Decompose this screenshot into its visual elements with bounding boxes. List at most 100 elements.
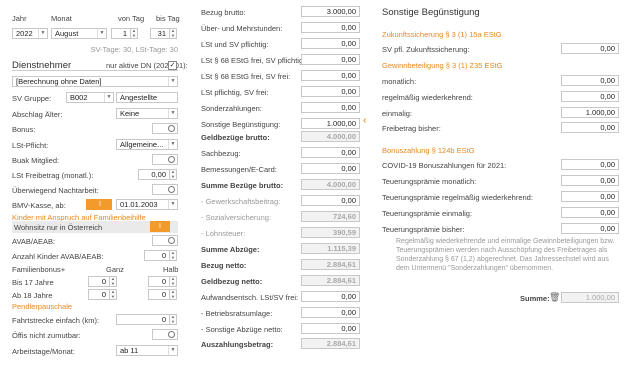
arbeitstage-label: Arbeitstage/Monat:	[12, 347, 75, 356]
chevron-down-icon: ▼	[168, 109, 177, 118]
summary-row-value[interactable]: 0,00	[301, 307, 360, 318]
anzahl-kinder-input[interactable]: 0	[144, 250, 170, 261]
covid-input[interactable]: 0,00	[561, 159, 619, 170]
regel-input[interactable]: 0,00	[561, 91, 619, 102]
sv-gruppe-select[interactable]: B002 ▼	[66, 92, 114, 103]
bis17-ganz-spinner[interactable]: ▲ ▼	[110, 276, 117, 287]
bis17-halb-spinner[interactable]: ▲ ▼	[170, 276, 177, 287]
bis17-label: Bis 17 Jahre	[12, 278, 54, 287]
anzahl-kinder-spinner[interactable]: ▲ ▼	[170, 250, 177, 261]
sv-pfl-label: SV pfl. Zukunftssicherung:	[382, 45, 470, 54]
lst-freibetrag-input[interactable]: 0,00	[138, 169, 170, 180]
ganz-header: Ganz	[106, 265, 124, 274]
summary-row-value: 4.000,00	[301, 131, 360, 142]
summary-row-value[interactable]: 0,00	[301, 38, 360, 49]
summary-row-value[interactable]: 3.000,00	[301, 6, 360, 17]
summary-row-value[interactable]: 0,00	[301, 86, 360, 97]
bonus-label: Bonus:	[12, 125, 36, 134]
toggle-knob	[168, 125, 175, 132]
teuer-r-input[interactable]: 0,00	[561, 191, 619, 202]
chevron-down-icon: ▼	[168, 77, 177, 86]
chevron-down-icon: ▼	[97, 29, 106, 38]
lst-pflicht-select[interactable]: Allgemeine... ▼	[116, 139, 178, 150]
abschlag-value: Keine	[120, 109, 140, 118]
summary-row-value[interactable]: 0,00	[301, 102, 360, 113]
fahrtstrecke-input[interactable]: 0	[116, 314, 170, 325]
summary-row-value[interactable]: 0,00	[301, 147, 360, 158]
ab18-ganz-spinner[interactable]: ▲ ▼	[110, 289, 117, 300]
ab18-halb-spinner[interactable]: ▲ ▼	[170, 289, 177, 300]
nur-aktive-checkbox[interactable]: ✓	[168, 61, 177, 70]
summary-row-value[interactable]: 0,00	[301, 54, 360, 65]
bonus-section-title: Bonuszahlung § 124b EStG	[382, 146, 475, 155]
gewinn-section-title: Gewinnbeteiligung § 3 (1) Z35 EStG	[382, 61, 503, 70]
wohnsitz-toggle[interactable]: I	[150, 221, 170, 232]
jahr-value: 2022	[16, 29, 33, 38]
arrow-left-icon[interactable]: ‹	[363, 115, 366, 126]
chevron-down-icon: ▼	[38, 29, 47, 38]
summary-row-label: Aufwandsentsch. LSt/SV frei:	[201, 293, 299, 302]
toggle-knob	[168, 331, 175, 338]
bmv-date-select[interactable]: 01.01.2003 ▼	[116, 199, 178, 210]
summary-row-value[interactable]: 0,00	[301, 163, 360, 174]
teuer-e-input[interactable]: 0,00	[561, 207, 619, 218]
bis17-halb-input[interactable]: 0	[148, 276, 170, 287]
von-tag-spinner[interactable]: ▲ ▼	[131, 28, 138, 39]
toggle-knob	[168, 186, 175, 193]
oeffis-toggle[interactable]	[152, 329, 178, 340]
sv-gruppe-value: B002	[70, 93, 88, 102]
familienbonus-label: Familienbonus+	[12, 265, 66, 274]
nachtarbeit-label: Überwiegend Nachtarbeit:	[12, 186, 99, 195]
summary-row-label: - Betriebsratsumlage:	[201, 309, 273, 318]
freibetrag-input[interactable]: 0,00	[561, 122, 619, 133]
toggle-indicator: I	[159, 223, 161, 230]
regel-label: regelmäßig wiederkehrend:	[382, 93, 473, 102]
fahrtstrecke-label: Fahrtstrecke einfach (km):	[12, 316, 100, 325]
toggle-knob	[168, 156, 175, 163]
teuer-r-label: Teuerungsprämie regelmäßig wiederkehrend…	[382, 193, 533, 202]
buak-toggle[interactable]	[152, 154, 178, 165]
avab-toggle[interactable]	[152, 235, 178, 246]
summary-row-label: Summe Abzüge:	[201, 245, 260, 254]
abschlag-select[interactable]: Keine ▼	[116, 108, 178, 119]
einmalig-label: einmalig:	[382, 109, 413, 118]
fahrtstrecke-spinner[interactable]: ▲ ▼	[170, 314, 177, 325]
sv-pfl-input[interactable]: 0,00	[561, 43, 619, 54]
bonus-toggle[interactable]	[152, 123, 178, 134]
einmalig-input[interactable]: 1.000,00	[561, 107, 619, 118]
summary-row-value[interactable]: 0,00	[301, 323, 360, 334]
summary-row-value[interactable]: 0,00	[301, 22, 360, 33]
teuer-m-input[interactable]: 0,00	[561, 175, 619, 186]
lst-freibetrag-spinner[interactable]: ▲ ▼	[170, 169, 177, 180]
summary-row-value[interactable]: 0,00	[301, 291, 360, 302]
summary-row-value[interactable]: 1.000,00	[301, 118, 360, 129]
monat-select[interactable]: August ▼	[51, 28, 107, 39]
summary-row-label: Sonderzahlungen:	[201, 104, 262, 113]
monatlich-input[interactable]: 0,00	[561, 75, 619, 86]
label-jahr: Jahr	[12, 14, 27, 23]
summary-row-label: Bemessungen/E-Card:	[201, 165, 277, 174]
summary-row-value[interactable]: 0,00	[301, 195, 360, 206]
summary-row-label: - Gewerkschaftsbeitrag:	[201, 197, 281, 206]
berechnung-select[interactable]: [Berechnung ohne Daten] ▼	[12, 76, 178, 87]
ab18-halb-input[interactable]: 0	[148, 289, 170, 300]
trash-icon[interactable]: 🗑	[549, 292, 560, 303]
bis17-ganz-input[interactable]: 0	[88, 276, 110, 287]
summary-row-value: 390,59	[301, 227, 360, 238]
summary-row-label: Bezug netto:	[201, 261, 247, 270]
sv-tage-info: SV-Tage: 30, LSt-Tage: 30	[90, 45, 178, 54]
bmv-toggle[interactable]: I	[86, 199, 112, 210]
summary-row-value: 2.884,61	[301, 259, 360, 270]
arbeitstage-select[interactable]: ab 11 ▼	[116, 345, 178, 356]
chevron-down-icon: ▼	[168, 140, 177, 149]
summary-row-label: Geldbezug netto:	[201, 277, 263, 286]
teuer-b-input[interactable]: 0,00	[561, 223, 619, 234]
summary-row-label: Über- und Mehrstunden:	[201, 24, 283, 33]
ab18-ganz-input[interactable]: 0	[88, 289, 110, 300]
bis-tag-spinner[interactable]: ▲ ▼	[170, 28, 177, 39]
bis-tag-input[interactable]: 31	[150, 28, 170, 39]
jahr-select[interactable]: 2022 ▼	[12, 28, 48, 39]
von-tag-input[interactable]: 1	[111, 28, 131, 39]
summary-row-value[interactable]: 0,00	[301, 70, 360, 81]
nachtarbeit-toggle[interactable]	[152, 184, 178, 195]
